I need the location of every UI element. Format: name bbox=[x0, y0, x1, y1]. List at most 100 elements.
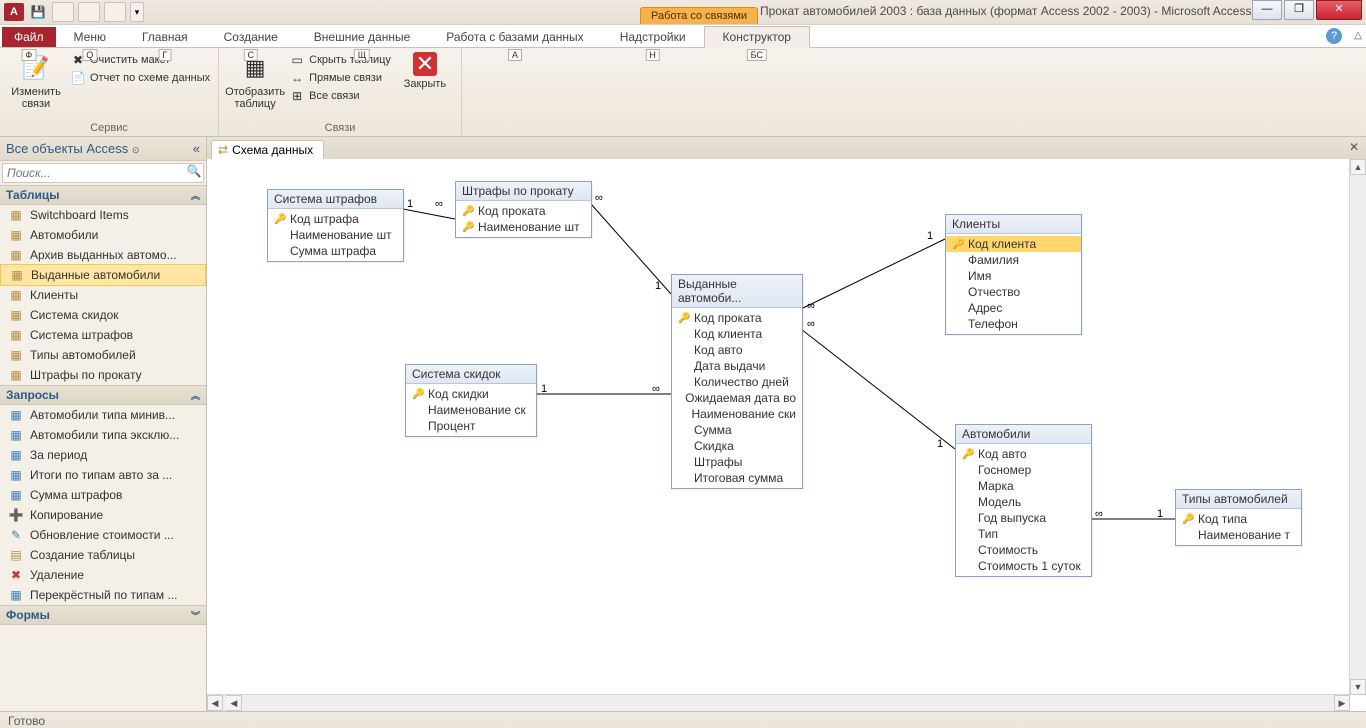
table-field[interactable]: Код клиента bbox=[672, 326, 802, 342]
nav-query-item[interactable]: ▦Автомобили типа минив... bbox=[0, 405, 206, 425]
table-field[interactable]: Ожидаемая дата во bbox=[672, 390, 802, 406]
nav-table-item[interactable]: ▦Система штрафов bbox=[0, 325, 206, 345]
table-field[interactable]: 🔑Код типа bbox=[1176, 511, 1301, 527]
nav-table-item[interactable]: ▦Типы автомобилей bbox=[0, 345, 206, 365]
close-relationships-button[interactable]: ✕ Закрыть bbox=[397, 52, 453, 122]
table-box-header[interactable]: Штрафы по прокату bbox=[456, 182, 591, 201]
table-field[interactable]: Наименование ск bbox=[406, 402, 536, 418]
table-field[interactable]: 🔑Код штрафа bbox=[268, 211, 403, 227]
table-field[interactable]: Модель bbox=[956, 494, 1091, 510]
ribbon-collapse-button[interactable]: △ bbox=[1354, 30, 1362, 41]
table-box-header[interactable]: Система штрафов bbox=[268, 190, 403, 209]
qat-btn-2[interactable] bbox=[78, 2, 100, 22]
table-field[interactable]: Наименование т bbox=[1176, 527, 1301, 543]
nav-query-item[interactable]: ▦Итоги по типам авто за ... bbox=[0, 465, 206, 485]
help-button[interactable]: ? bbox=[1326, 28, 1342, 44]
table-field[interactable]: Сумма bbox=[672, 422, 802, 438]
scroll-left-button[interactable]: ◀ bbox=[207, 695, 223, 711]
relationships-canvas[interactable]: 1∞∞1∞11∞∞1∞1 Система штрафов🔑Код штрафаН… bbox=[207, 159, 1350, 695]
table-field[interactable]: Марка bbox=[956, 478, 1091, 494]
table-field[interactable]: Стоимость 1 суток bbox=[956, 558, 1091, 574]
table-field[interactable]: Телефон bbox=[946, 316, 1081, 332]
nav-query-item[interactable]: ▦Автомобили типа эксклю... bbox=[0, 425, 206, 445]
ribbon-tab[interactable]: НадстройкиН bbox=[602, 27, 704, 47]
horizontal-scrollbar[interactable]: ◀ ◀ ▶ bbox=[207, 694, 1350, 711]
nav-group-queries-header[interactable]: Запросы︽ bbox=[0, 385, 206, 405]
ribbon-tab[interactable]: Внешние данныеЩ bbox=[296, 27, 429, 47]
direct-relationships-button[interactable]: ↔Прямые связи bbox=[289, 70, 391, 86]
table-field[interactable]: Наименование ски bbox=[672, 406, 802, 422]
nav-query-item[interactable]: ▤Создание таблицы bbox=[0, 545, 206, 565]
ribbon-tab[interactable]: КонструкторБС bbox=[704, 26, 810, 48]
ribbon-tab[interactable]: ГлавнаяГ bbox=[124, 27, 206, 47]
maximize-button[interactable]: ❐ bbox=[1284, 0, 1314, 20]
close-button[interactable]: ✕ bbox=[1316, 0, 1362, 20]
table-box-header[interactable]: Типы автомобилей bbox=[1176, 490, 1301, 509]
ribbon-tab[interactable]: Работа с базами данныхА bbox=[428, 27, 601, 47]
table-box-fines_rent[interactable]: Штрафы по прокату 🔑Код проката🔑Наименован… bbox=[455, 181, 592, 238]
table-field[interactable]: Тип bbox=[956, 526, 1091, 542]
scroll-right-button[interactable]: ▶ bbox=[1334, 695, 1350, 711]
table-box-sys_fines[interactable]: Система штрафов🔑Код штрафаНаименование ш… bbox=[267, 189, 404, 262]
table-field[interactable]: Штрафы bbox=[672, 454, 802, 470]
nav-table-item[interactable]: ▦Система скидок bbox=[0, 305, 206, 325]
table-box-cartypes[interactable]: Типы автомобилей 🔑Код типаНаименование т bbox=[1175, 489, 1302, 546]
nav-query-item[interactable]: ▦Сумма штрафов bbox=[0, 485, 206, 505]
save-icon[interactable]: 💾 bbox=[28, 3, 48, 21]
table-box-header[interactable]: Автомобили bbox=[956, 425, 1091, 444]
show-table-button[interactable]: ▦ Отобразить таблицу bbox=[227, 52, 283, 122]
document-tab-close[interactable]: ✕ bbox=[1346, 140, 1362, 156]
table-box-clients[interactable]: Клиенты 🔑Код клиентаФамилияИмяОтчествоАдр… bbox=[945, 214, 1082, 335]
table-field[interactable]: Стоимость bbox=[956, 542, 1091, 558]
table-field[interactable]: Процент bbox=[406, 418, 536, 434]
table-field[interactable]: Год выпуска bbox=[956, 510, 1091, 526]
table-field[interactable]: Сумма штрафа bbox=[268, 243, 403, 259]
hide-table-button[interactable]: ▭Скрыть таблицу bbox=[289, 52, 391, 68]
nav-table-item[interactable]: ▦Выданные автомобили bbox=[0, 264, 206, 286]
table-field[interactable]: 🔑Код авто bbox=[956, 446, 1091, 462]
table-box-header[interactable]: Система скидок bbox=[406, 365, 536, 384]
table-field[interactable]: Код авто bbox=[672, 342, 802, 358]
table-box-header[interactable]: Клиенты bbox=[946, 215, 1081, 234]
nav-table-item[interactable]: ▦Архив выданных автомо... bbox=[0, 245, 206, 265]
table-field[interactable]: Отчество bbox=[946, 284, 1081, 300]
table-field[interactable]: 🔑Наименование шт bbox=[456, 219, 591, 235]
file-tab[interactable]: Файл Ф bbox=[2, 27, 56, 47]
table-field[interactable]: Имя bbox=[946, 268, 1081, 284]
qat-customize[interactable]: ▾ bbox=[130, 2, 144, 22]
table-field[interactable]: 🔑Код скидки bbox=[406, 386, 536, 402]
minimize-button[interactable]: — bbox=[1252, 0, 1282, 20]
ribbon-tab[interactable]: МенюQ bbox=[56, 27, 124, 47]
scroll-left2-button[interactable]: ◀ bbox=[226, 695, 242, 711]
table-field[interactable]: 🔑Код проката bbox=[672, 310, 802, 326]
all-relationships-button[interactable]: ⊞Все связи bbox=[289, 88, 391, 104]
table-field[interactable]: 🔑Код проката bbox=[456, 203, 591, 219]
navigation-collapse-button[interactable]: « bbox=[193, 141, 200, 156]
nav-table-item[interactable]: ▦Автомобили bbox=[0, 225, 206, 245]
nav-table-item[interactable]: ▦Switchboard Items bbox=[0, 205, 206, 225]
table-field[interactable]: Фамилия bbox=[946, 252, 1081, 268]
table-field[interactable]: Итоговая сумма bbox=[672, 470, 802, 486]
table-box-issued[interactable]: Выданные автомоби... 🔑Код прокатаКод клие… bbox=[671, 274, 803, 489]
nav-group-tables-header[interactable]: Таблицы︽ bbox=[0, 185, 206, 205]
table-field[interactable]: 🔑Код клиента bbox=[946, 236, 1081, 252]
nav-table-item[interactable]: ▦Штрафы по прокату bbox=[0, 365, 206, 385]
navigation-search[interactable]: 🔍 bbox=[2, 163, 204, 183]
nav-table-item[interactable]: ▦Клиенты bbox=[0, 285, 206, 305]
scroll-down-button[interactable]: ▼ bbox=[1350, 679, 1366, 695]
table-field[interactable]: Госномер bbox=[956, 462, 1091, 478]
table-field[interactable]: Адрес bbox=[946, 300, 1081, 316]
table-box-header[interactable]: Выданные автомоби... bbox=[672, 275, 802, 308]
table-field[interactable]: Количество дней bbox=[672, 374, 802, 390]
qat-btn-3[interactable] bbox=[104, 2, 126, 22]
vertical-scrollbar[interactable]: ▲ ▼ bbox=[1349, 159, 1366, 695]
table-field[interactable]: Дата выдачи bbox=[672, 358, 802, 374]
table-field[interactable]: Скидка bbox=[672, 438, 802, 454]
scroll-up-button[interactable]: ▲ bbox=[1350, 159, 1366, 175]
search-input[interactable] bbox=[3, 164, 185, 182]
ribbon-tab[interactable]: СозданиеС bbox=[206, 27, 296, 47]
nav-group-forms-header[interactable]: Формы︾ bbox=[0, 605, 206, 625]
document-tab-relationships[interactable]: ⇄ Схема данных bbox=[211, 140, 324, 159]
table-box-cars[interactable]: Автомобили 🔑Код автоГосномерМаркаМодельГо… bbox=[955, 424, 1092, 577]
search-icon[interactable]: 🔍 bbox=[185, 164, 203, 182]
